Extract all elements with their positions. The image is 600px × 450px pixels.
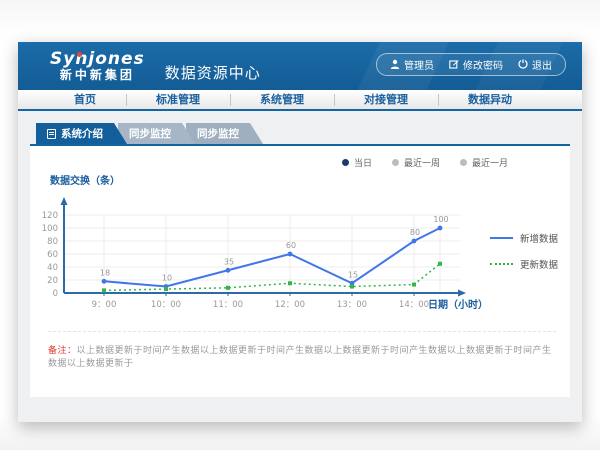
- power-icon: [518, 59, 528, 69]
- app-header: Synjones 新中新集团 数据资源中心 管理员 修改密码: [18, 42, 582, 90]
- svg-text:15: 15: [348, 270, 358, 279]
- content-area: 系统介绍 同步监控 同步监控 当日 最近一周: [18, 111, 582, 397]
- chart-card: 当日 最近一周 最近一月 数据交换（条） 0204060801001209：00…: [30, 144, 570, 397]
- nav-item-home[interactable]: 首页: [44, 90, 126, 109]
- filter-label: 最近一月: [472, 156, 508, 169]
- page-title: 数据资源中心: [165, 62, 261, 83]
- legend-label: 新增数据: [520, 231, 558, 245]
- edit-icon: [449, 59, 459, 69]
- current-user-button[interactable]: 管理员: [390, 57, 434, 72]
- logo-accent-dot: [77, 52, 82, 57]
- footnote-label: 备注：: [48, 346, 77, 356]
- svg-text:80: 80: [410, 228, 420, 237]
- logout-button[interactable]: 退出: [518, 57, 552, 72]
- legend-item-updated-data[interactable]: 更新数据: [490, 257, 562, 271]
- svg-text:60: 60: [47, 250, 58, 260]
- filter-last-month[interactable]: 最近一月: [460, 156, 508, 169]
- change-password-button[interactable]: 修改密码: [449, 57, 503, 72]
- tab-sync-monitor-1[interactable]: 同步监控: [118, 123, 195, 144]
- svg-text:100: 100: [42, 224, 58, 234]
- filter-label: 当日: [354, 156, 372, 169]
- svg-text:12：00: 12：00: [275, 300, 305, 310]
- document-icon: [47, 129, 56, 139]
- svg-text:120: 120: [42, 211, 58, 221]
- radio-icon: [342, 159, 349, 166]
- tab-label: 系统介绍: [61, 126, 103, 141]
- svg-text:14：00: 14：00: [399, 300, 429, 310]
- tab-system-intro[interactable]: 系统介绍: [36, 123, 127, 144]
- footnote: 备注：以上数据更新于时间产生数据以上数据更新于时间产生数据以上数据更新于时间产生…: [48, 331, 556, 369]
- logo-text-en: Synjones: [50, 51, 145, 69]
- legend-label: 更新数据: [520, 257, 558, 271]
- logo-text-cn: 新中新集团: [50, 69, 145, 82]
- line-chart: 0 20 40 60 80 100 120 9：00 10：00 11：00 12：00 13：00 1…: [30, 189, 490, 329]
- svg-text:9：00: 9：00: [92, 300, 117, 310]
- tab-label: 同步监控: [129, 126, 171, 141]
- main-nav: 首页 标准管理 系统管理 对接管理 数据异动: [18, 90, 582, 111]
- svg-text:80: 80: [47, 237, 58, 247]
- chart-row: 0 20 40 60 80 100 120 9：00 10：00 11：00 12：00 13：00 1…: [30, 189, 570, 329]
- svg-text:13：00: 13：00: [337, 300, 367, 310]
- nav-item-data-change[interactable]: 数据异动: [438, 90, 542, 109]
- user-name-label: 管理员: [404, 57, 434, 72]
- time-range-filters: 当日 最近一周 最近一月: [342, 156, 508, 169]
- svg-text:40: 40: [47, 263, 58, 273]
- filter-label: 最近一周: [404, 156, 440, 169]
- svg-text:10：00: 10：00: [151, 300, 181, 310]
- legend-item-new-data[interactable]: 新增数据: [490, 231, 562, 245]
- svg-text:20: 20: [47, 276, 58, 286]
- logout-label: 退出: [532, 57, 552, 72]
- legend-line-sample: [490, 237, 513, 239]
- nav-item-interface-mgmt[interactable]: 对接管理: [334, 90, 438, 109]
- tab-label: 同步监控: [197, 126, 239, 141]
- svg-text:100: 100: [433, 215, 448, 224]
- svg-text:10: 10: [162, 274, 172, 283]
- radio-icon: [460, 159, 467, 166]
- chart-legend: 新增数据 更新数据: [490, 189, 562, 329]
- app-window: Synjones 新中新集团 数据资源中心 管理员 修改密码: [18, 42, 582, 422]
- svg-text:60: 60: [286, 241, 296, 250]
- footnote-text: 以上数据更新于时间产生数据以上数据更新于时间产生数据以上数据更新于时间产生数据以…: [48, 346, 552, 369]
- tab-sync-monitor-2[interactable]: 同步监控: [186, 123, 263, 144]
- svg-text:35: 35: [224, 257, 234, 266]
- filter-last-week[interactable]: 最近一周: [392, 156, 440, 169]
- svg-text:日期（小时）: 日期（小时）: [428, 298, 488, 311]
- svg-text:11：00: 11：00: [213, 300, 243, 310]
- page-background: Synjones 新中新集团 数据资源中心 管理员 修改密码: [0, 0, 600, 450]
- company-logo: Synjones 新中新集团: [50, 51, 145, 81]
- svg-text:0: 0: [53, 289, 58, 299]
- legend-line-sample: [490, 263, 513, 265]
- tab-bar: 系统介绍 同步监控 同步监控: [36, 123, 570, 144]
- user-icon: [390, 59, 400, 69]
- nav-item-system-mgmt[interactable]: 系统管理: [230, 90, 334, 109]
- radio-icon: [392, 159, 399, 166]
- change-password-label: 修改密码: [463, 57, 503, 72]
- nav-item-standard-mgmt[interactable]: 标准管理: [126, 90, 230, 109]
- user-toolbar: 管理员 修改密码 退出: [376, 53, 566, 76]
- svg-text:18: 18: [100, 268, 110, 277]
- filter-today[interactable]: 当日: [342, 156, 372, 169]
